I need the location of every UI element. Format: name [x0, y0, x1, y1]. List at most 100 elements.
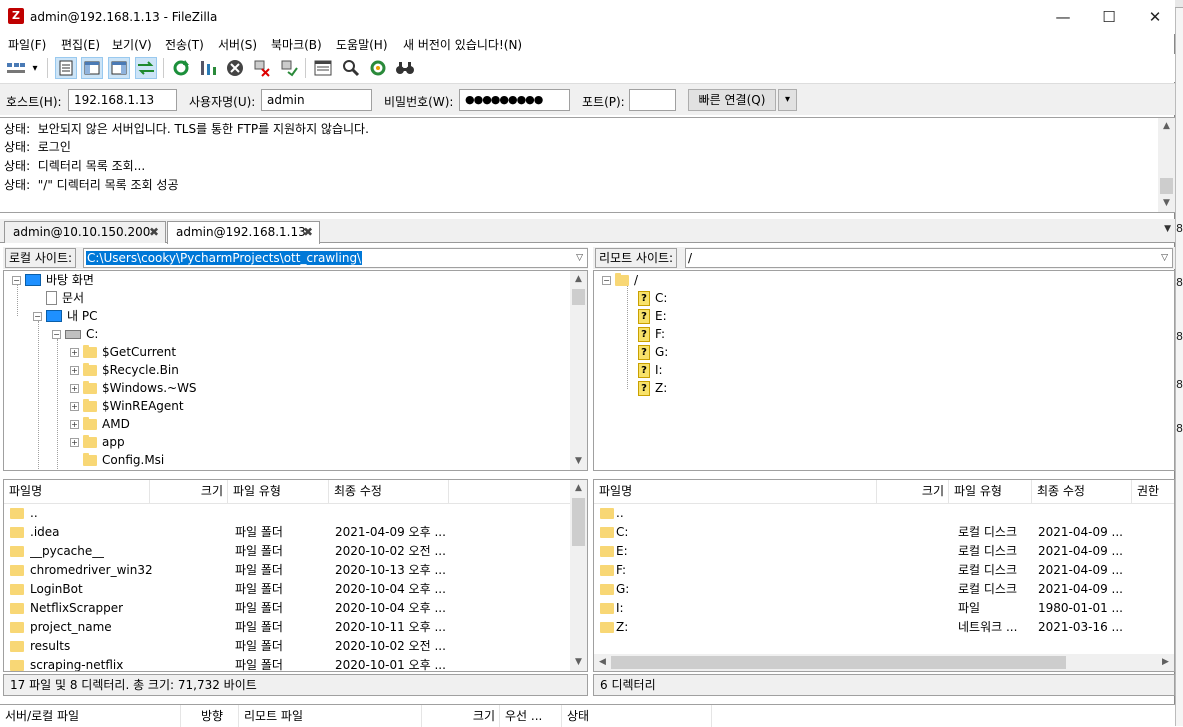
- filter-icon[interactable]: [312, 57, 334, 79]
- reconnect-icon[interactable]: [278, 57, 300, 79]
- table-row[interactable]: results 파일 폴더 2020-10-02 오전 ...: [4, 637, 587, 656]
- scroll-right-icon[interactable]: ▶: [1157, 654, 1174, 671]
- tree-item-this-pc[interactable]: − 내 PC: [33, 307, 97, 325]
- scroll-up-icon[interactable]: ▲: [1158, 118, 1175, 135]
- menu-view[interactable]: 보기(V): [112, 36, 152, 53]
- process-queue-icon[interactable]: [197, 57, 219, 79]
- queue-column-local-file[interactable]: 서버/로컬 파일: [0, 705, 181, 727]
- tree-item-drive[interactable]: ? C:: [638, 289, 667, 307]
- port-input[interactable]: [629, 89, 676, 111]
- table-row[interactable]: chromedriver_win32 파일 폴더 2020-10-13 오후 ...: [4, 561, 587, 580]
- table-row[interactable]: F: 로컬 디스크 2021-04-09 ...: [594, 561, 1174, 580]
- cancel-icon[interactable]: [224, 57, 246, 79]
- table-row[interactable]: Z: 네트워크 ... 2021-03-16 ...: [594, 618, 1174, 637]
- menu-help[interactable]: 도움말(H): [336, 36, 388, 53]
- table-row[interactable]: .idea 파일 폴더 2021-04-09 오후 ...: [4, 523, 587, 542]
- column-filename[interactable]: 파일명: [4, 480, 150, 504]
- tab-list-dropdown-icon[interactable]: ▼: [1164, 224, 1171, 234]
- expand-icon[interactable]: +: [70, 401, 79, 411]
- scroll-thumb[interactable]: [572, 498, 585, 546]
- scroll-left-icon[interactable]: ◀: [594, 654, 611, 671]
- column-size[interactable]: 크기: [150, 480, 228, 504]
- tree-item-drive[interactable]: ? F:: [638, 325, 665, 343]
- expand-icon[interactable]: +: [70, 365, 79, 375]
- maximize-button[interactable]: ☐: [1086, 0, 1132, 34]
- host-input[interactable]: 192.168.1.13: [68, 89, 177, 111]
- menu-server[interactable]: 서버(S): [218, 36, 257, 53]
- compare-icon[interactable]: [340, 57, 362, 79]
- scroll-thumb[interactable]: [1160, 178, 1173, 194]
- local-tree-scrollbar[interactable]: ▲ ▼: [570, 271, 587, 470]
- menu-edit[interactable]: 편집(E): [61, 36, 100, 53]
- transfer-queue-icon[interactable]: [135, 57, 157, 79]
- table-row[interactable]: ..: [594, 504, 1174, 523]
- refresh-icon[interactable]: [170, 57, 192, 79]
- expand-icon[interactable]: +: [70, 383, 79, 393]
- close-button[interactable]: ✕: [1132, 0, 1178, 34]
- remote-tree-icon[interactable]: [108, 57, 130, 79]
- collapse-icon[interactable]: −: [12, 275, 21, 285]
- tree-item-drive[interactable]: ? G:: [638, 343, 668, 361]
- expand-icon[interactable]: +: [70, 419, 79, 429]
- scroll-up-icon[interactable]: ▲: [570, 480, 587, 497]
- queue-column-direction[interactable]: 방향: [181, 705, 239, 727]
- chevron-down-icon[interactable]: ▽: [576, 249, 583, 267]
- queue-column-status[interactable]: 상태: [562, 705, 712, 727]
- column-filename[interactable]: 파일명: [594, 480, 877, 504]
- scroll-down-icon[interactable]: ▼: [570, 453, 587, 470]
- table-row[interactable]: NetflixScrapper 파일 폴더 2020-10-04 오후 ...: [4, 599, 587, 618]
- tree-item-drive[interactable]: ? Z:: [638, 379, 667, 397]
- tab-close-icon[interactable]: ✖: [303, 222, 313, 242]
- column-size[interactable]: 크기: [877, 480, 949, 504]
- tab-admin-192-168-1-13[interactable]: admin@192.168.1.13 ✖: [167, 221, 320, 244]
- column-modified[interactable]: 최종 수정: [1032, 480, 1132, 504]
- site-manager-icon[interactable]: [5, 57, 27, 79]
- table-row[interactable]: project_name 파일 폴더 2020-10-11 오후 ...: [4, 618, 587, 637]
- log-scrollbar[interactable]: ▲ ▼: [1158, 118, 1175, 212]
- menu-bookmarks[interactable]: 북마크(B): [271, 36, 322, 53]
- column-type[interactable]: 파일 유형: [228, 480, 329, 504]
- minimize-button[interactable]: —: [1040, 0, 1086, 34]
- expand-icon[interactable]: +: [70, 437, 79, 447]
- scroll-up-icon[interactable]: ▲: [570, 271, 587, 288]
- tree-item-folder[interactable]: + app: [70, 433, 125, 451]
- password-input[interactable]: ●●●●●●●●●: [459, 89, 570, 111]
- tree-item-folder[interactable]: Config.Msi: [83, 451, 164, 469]
- tree-item-folder[interactable]: + $WinREAgent: [70, 397, 184, 415]
- tab-admin-10-10-150-200[interactable]: admin@10.10.150.200 ✖: [4, 221, 166, 243]
- column-permissions[interactable]: 권한: [1132, 480, 1174, 504]
- queue-column-priority[interactable]: 우선 ...: [500, 705, 562, 727]
- local-path-input[interactable]: C:\Users\cooky\PycharmProjects\ott_crawl…: [83, 248, 588, 268]
- message-log-icon[interactable]: [55, 57, 77, 79]
- table-row[interactable]: __pycache__ 파일 폴더 2020-10-02 오전 ...: [4, 542, 587, 561]
- column-modified[interactable]: 최종 수정: [329, 480, 449, 504]
- expand-icon[interactable]: +: [70, 347, 79, 357]
- menu-new-version[interactable]: 새 버전이 있습니다!(N): [403, 36, 522, 53]
- site-manager-dropdown-icon[interactable]: ▾: [28, 57, 42, 79]
- quickconnect-button[interactable]: 빠른 연결(Q): [688, 89, 776, 111]
- tab-close-icon[interactable]: ✖: [149, 222, 159, 242]
- scroll-down-icon[interactable]: ▼: [1158, 195, 1175, 212]
- sync-browse-icon[interactable]: [367, 57, 389, 79]
- local-tree-icon[interactable]: [81, 57, 103, 79]
- collapse-icon[interactable]: −: [33, 311, 42, 321]
- table-row[interactable]: E: 로컬 디스크 2021-04-09 ...: [594, 542, 1174, 561]
- tree-item-folder[interactable]: + $Recycle.Bin: [70, 361, 179, 379]
- collapse-icon[interactable]: −: [52, 329, 61, 339]
- queue-column-remote-file[interactable]: 리모트 파일: [239, 705, 422, 727]
- remote-list-hscrollbar[interactable]: ◀ ▶: [594, 654, 1174, 671]
- chevron-down-icon[interactable]: ▽: [1161, 249, 1168, 267]
- search-icon[interactable]: [394, 57, 416, 79]
- user-input[interactable]: admin: [261, 89, 372, 111]
- disconnect-icon[interactable]: [251, 57, 273, 79]
- tree-item-documents[interactable]: 문서: [46, 289, 84, 307]
- collapse-icon[interactable]: −: [602, 275, 611, 285]
- table-row[interactable]: ..: [4, 504, 587, 523]
- table-row[interactable]: G: 로컬 디스크 2021-04-09 ...: [594, 580, 1174, 599]
- tree-item-desktop[interactable]: − 바탕 화면: [12, 271, 94, 289]
- tree-item-drive[interactable]: ? I:: [638, 361, 663, 379]
- tree-item-folder[interactable]: + AMD: [70, 415, 130, 433]
- tree-item-folder[interactable]: + $GetCurrent: [70, 343, 176, 361]
- menu-transfer[interactable]: 전송(T): [165, 36, 204, 53]
- remote-path-input[interactable]: / ▽: [685, 248, 1173, 268]
